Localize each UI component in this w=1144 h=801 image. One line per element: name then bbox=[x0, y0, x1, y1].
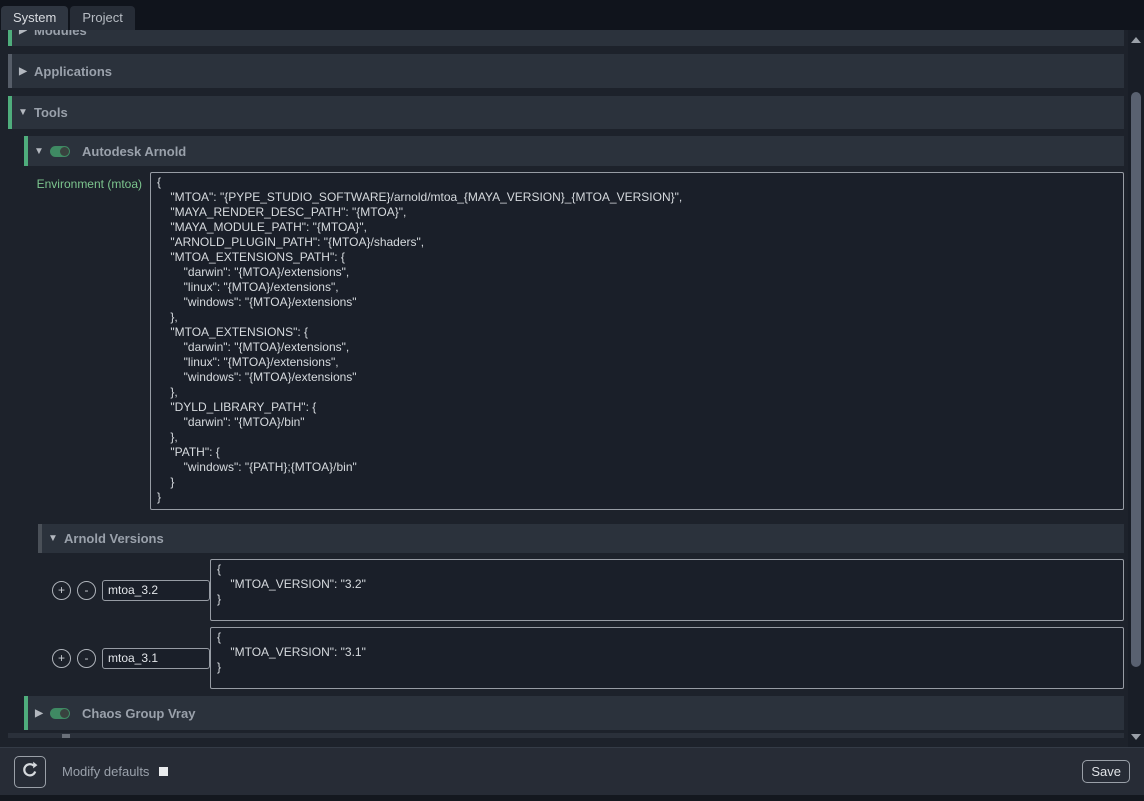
section-header-arnold-versions[interactable]: ▼ Arnold Versions bbox=[38, 524, 1124, 553]
environment-json-editor[interactable]: { "MTOA": "{PYPE_STUDIO_SOFTWARE}/arnold… bbox=[150, 172, 1124, 510]
clipped-checkbox bbox=[62, 734, 70, 738]
version-item-controls: + - bbox=[8, 648, 210, 669]
section-header-autodesk-arnold[interactable]: ▼ Autodesk Arnold bbox=[24, 136, 1124, 166]
add-version-button[interactable]: + bbox=[52, 581, 71, 600]
chevron-right-icon: ▶ bbox=[12, 66, 34, 77]
scroll-down-arrow[interactable] bbox=[1128, 729, 1144, 745]
section-header-chaos-group-vray[interactable]: ▶ Chaos Group Vray bbox=[24, 696, 1124, 730]
section-header-tools[interactable]: ▼ Tools bbox=[8, 96, 1124, 129]
remove-version-button[interactable]: - bbox=[77, 649, 96, 668]
version-json-editor[interactable]: { "MTOA_VERSION": "3.1" } bbox=[210, 627, 1124, 689]
refresh-button[interactable] bbox=[14, 756, 46, 788]
vertical-scrollbar[interactable] bbox=[1128, 30, 1144, 747]
tab-project[interactable]: Project bbox=[70, 6, 134, 30]
section-header-modules[interactable]: ▶ Modules bbox=[8, 30, 1124, 46]
tab-system[interactable]: System bbox=[1, 6, 68, 30]
version-name-input[interactable] bbox=[102, 580, 210, 601]
chevron-right-icon: ▶ bbox=[28, 708, 50, 719]
section-label: Chaos Group Vray bbox=[82, 706, 195, 721]
version-json-editor[interactable]: { "MTOA_VERSION": "3.2" } bbox=[210, 559, 1124, 621]
version-item-controls: + - bbox=[8, 580, 210, 601]
footer-bar: Modify defaults Save bbox=[0, 747, 1144, 795]
scroll-up-arrow[interactable] bbox=[1128, 32, 1144, 48]
remove-version-button[interactable]: - bbox=[77, 581, 96, 600]
scrollbar-thumb[interactable] bbox=[1131, 92, 1141, 667]
settings-scroll-area: ▶ Modules ▶ Applications ▼ Tools ▼ Autod… bbox=[0, 30, 1144, 747]
version-name-input[interactable] bbox=[102, 648, 210, 669]
refresh-icon bbox=[21, 761, 39, 782]
chevron-right-icon: ▶ bbox=[12, 30, 34, 36]
section-label: Applications bbox=[34, 64, 112, 79]
section-label: Autodesk Arnold bbox=[82, 144, 186, 159]
chevron-down-icon: ▼ bbox=[42, 533, 64, 544]
chevron-down-icon: ▼ bbox=[12, 107, 34, 118]
section-label: Tools bbox=[34, 105, 68, 120]
arnold-enabled-toggle[interactable] bbox=[50, 146, 70, 157]
section-header-applications[interactable]: ▶ Applications bbox=[8, 54, 1124, 88]
save-button[interactable]: Save bbox=[1082, 760, 1130, 783]
modify-defaults-checkbox[interactable] bbox=[159, 767, 168, 776]
tools-section-body: ▼ Autodesk Arnold Environment (mtoa) { "… bbox=[0, 129, 1128, 738]
section-label: Modules bbox=[34, 30, 87, 38]
vray-enabled-toggle[interactable] bbox=[50, 708, 70, 719]
section-label: Arnold Versions bbox=[64, 531, 164, 546]
version-item-row: + - { "MTOA_VERSION": "3.1" } bbox=[8, 627, 1124, 689]
environment-label: Environment (mtoa) bbox=[8, 172, 150, 191]
window-bottom-edge bbox=[0, 795, 1144, 801]
environment-field-row: Environment (mtoa) { "MTOA": "{PYPE_STUD… bbox=[8, 172, 1124, 510]
settings-tab-bar: System Project bbox=[0, 0, 1144, 30]
chevron-down-icon: ▼ bbox=[28, 146, 50, 157]
clipped-next-row bbox=[8, 733, 1124, 738]
version-item-row: + - { "MTOA_VERSION": "3.2" } bbox=[8, 559, 1124, 621]
add-version-button[interactable]: + bbox=[52, 649, 71, 668]
modify-defaults-label: Modify defaults bbox=[62, 764, 149, 779]
